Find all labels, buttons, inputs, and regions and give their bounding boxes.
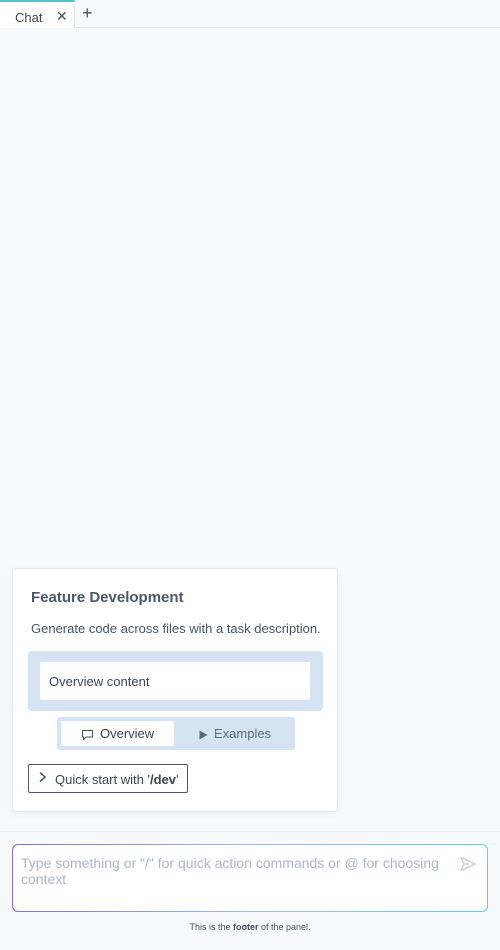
chevron-right-icon — [38, 771, 47, 786]
toggle-overview[interactable]: Overview — [61, 721, 174, 746]
quick-start-button[interactable]: Quick start with '/dev' — [28, 764, 188, 793]
toggle-examples-label: Examples — [214, 726, 272, 741]
send-icon[interactable] — [459, 855, 477, 873]
chat-bubble-icon — [81, 722, 94, 747]
tab-chat[interactable]: Chat ✕ — [0, 0, 75, 28]
tab-label: Chat — [15, 10, 43, 25]
tab-bar: Chat ✕ + — [0, 0, 500, 28]
quick-start-command: /dev — [149, 772, 176, 787]
tab-content-panel: Overview content — [28, 651, 323, 711]
feature-card: Feature Development Generate code across… — [12, 568, 338, 812]
view-toggle: Overview Examples — [57, 717, 295, 750]
toggle-examples[interactable]: Examples — [178, 721, 291, 746]
close-icon[interactable]: ✕ — [56, 8, 68, 25]
card-title: Feature Development — [31, 589, 184, 606]
tab-content-box: Overview content — [40, 662, 310, 700]
toggle-overview-label: Overview — [100, 726, 155, 741]
chat-input-box[interactable] — [12, 844, 488, 912]
plus-icon[interactable]: + — [82, 3, 93, 24]
panel-footer: This is the footer of the panel. — [189, 922, 311, 932]
quick-start-label: Quick start with '/dev' — [55, 772, 179, 787]
play-icon — [198, 722, 209, 747]
tab-content-text: Overview content — [49, 674, 150, 689]
card-description: Generate code across files with a task d… — [31, 621, 321, 636]
footer-bold: footer — [232, 922, 259, 932]
divider — [0, 831, 500, 832]
chat-input[interactable] — [21, 855, 441, 895]
